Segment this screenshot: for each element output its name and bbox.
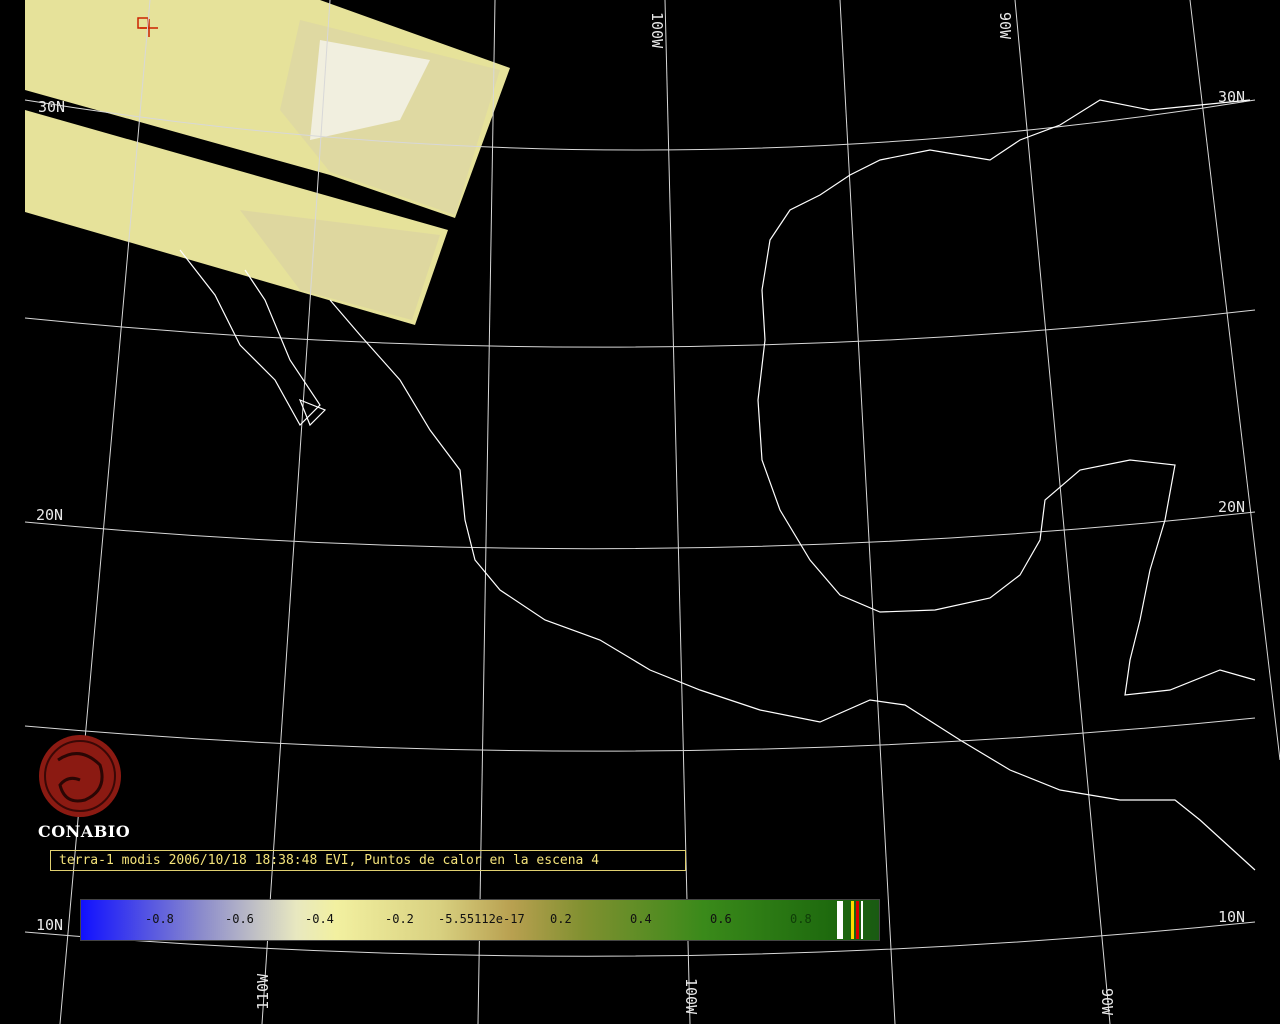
conabio-logo bbox=[39, 735, 121, 817]
lat-20n-right-label: 20N bbox=[1218, 498, 1245, 516]
colorbar-tick: -0.8 bbox=[145, 912, 174, 926]
colorbar-swatch-yellow bbox=[851, 901, 854, 939]
colorbar-tick: 0.2 bbox=[550, 912, 572, 926]
colorbar-tick: 0.4 bbox=[630, 912, 652, 926]
pacific-coast bbox=[179, 249, 1256, 871]
colorbar-swatch-red bbox=[856, 901, 859, 939]
colorbar-swatch-white-2 bbox=[861, 901, 863, 939]
colorbar-tick: -5.55112e-17 bbox=[438, 912, 525, 926]
lat-30n-right-label: 30N bbox=[1218, 88, 1245, 106]
colorbar-swatch-white bbox=[837, 901, 843, 939]
lat-30n-left-label: 30N bbox=[38, 98, 65, 116]
lon-100w-top-label: 100W bbox=[648, 12, 666, 49]
lat-20n-left-label: 20N bbox=[36, 506, 63, 524]
evi-colorbar: -0.8 -0.6 -0.4 -0.2 -5.55112e-17 0.2 0.4… bbox=[80, 899, 880, 941]
meridian-90w bbox=[1014, 0, 1111, 1024]
colorbar-tick: -0.2 bbox=[385, 912, 414, 926]
lon-100w-bottom-label: 100W bbox=[682, 978, 700, 1015]
meridian-95w bbox=[839, 0, 896, 1024]
parallel-20n bbox=[24, 511, 1256, 550]
lon-90w-bottom-label: 90W bbox=[1098, 988, 1116, 1016]
lon-90w-top-label: 90W bbox=[996, 12, 1014, 40]
parallel-25n bbox=[24, 309, 1256, 348]
scene-caption: terra-1 modis 2006/10/18 18:38:48 EVI, P… bbox=[50, 850, 686, 871]
colorbar-tick: 0.8 bbox=[790, 912, 812, 926]
colorbar-tick: -0.4 bbox=[305, 912, 334, 926]
colorbar-tick: -0.6 bbox=[225, 912, 254, 926]
colorbar-tick: 0.6 bbox=[710, 912, 732, 926]
lon-110w-bottom-label: 110W bbox=[254, 973, 272, 1010]
map-viewer: 30N 30N 20N 20N 10N 10N 100W 90W 110W 10… bbox=[0, 0, 1280, 1024]
meridian-85w bbox=[1189, 0, 1280, 761]
parallel-15n bbox=[24, 717, 1256, 752]
logo-label: CONABIO bbox=[38, 822, 131, 841]
lat-10n-left-label: 10N bbox=[36, 916, 63, 934]
gulf-coast bbox=[757, 99, 1256, 696]
lat-10n-right-label: 10N bbox=[1218, 908, 1245, 926]
